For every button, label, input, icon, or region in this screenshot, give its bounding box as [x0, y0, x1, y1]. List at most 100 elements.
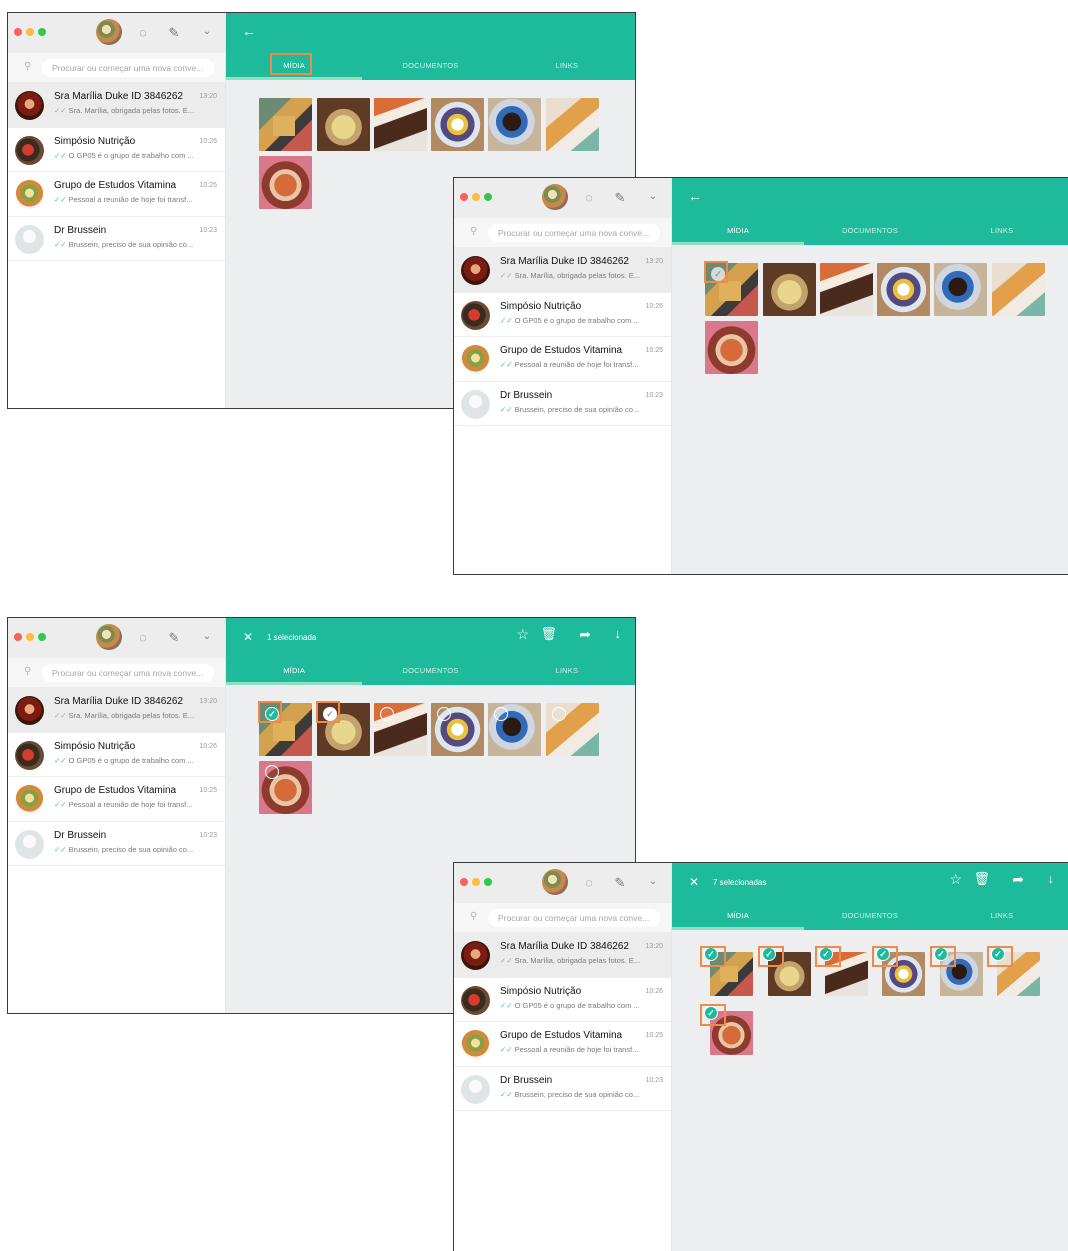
chat-time: 10:26: [199, 742, 217, 750]
tab-documentos[interactable]: DOCUMENTOS: [362, 658, 498, 685]
forward-icon[interactable]: ➦: [1012, 872, 1024, 886]
chat-item[interactable]: Dr Brussein 10:23 ✓✓ Brussein, preciso de…: [454, 1067, 671, 1111]
maximize-window-button[interactable]: [484, 193, 492, 201]
profile-avatar[interactable]: [542, 184, 568, 210]
chevron-down-icon[interactable]: ⌄: [198, 628, 216, 646]
tab-links[interactable]: LINKS: [499, 53, 635, 80]
media-thumbnail[interactable]: [431, 98, 484, 151]
search-input[interactable]: [488, 224, 660, 242]
media-thumbnail[interactable]: [546, 98, 599, 151]
media-thumbnail[interactable]: [820, 263, 873, 316]
chat-item[interactable]: Grupo de Estudos Vitamina 10:25 ✓✓ Pessoa…: [8, 777, 225, 822]
chat-preview-text: Brussein, preciso de sua opinião co...: [68, 239, 194, 249]
tab-documentos[interactable]: DOCUMENTOS: [804, 903, 936, 930]
media-thumbnail[interactable]: [488, 98, 541, 151]
chat-item[interactable]: Sra Marília Duke ID 3846262 13:20 ✓✓ Sra.…: [8, 688, 225, 733]
media-thumbnail[interactable]: [763, 263, 816, 316]
search-input[interactable]: [42, 59, 214, 77]
forward-icon[interactable]: ➦: [579, 627, 591, 641]
chat-item[interactable]: Sra Marília Duke ID 3846262 13:20 ✓✓ Sra.…: [454, 248, 671, 293]
maximize-window-button[interactable]: [38, 633, 46, 641]
media-thumbnail[interactable]: [259, 156, 312, 209]
media-thumbnail[interactable]: [488, 703, 541, 756]
maximize-window-button[interactable]: [484, 878, 492, 886]
status-icon[interactable]: ◌: [580, 188, 598, 206]
chat-item[interactable]: Dr Brussein 10:23 ✓✓ Brussein, preciso de…: [454, 382, 671, 426]
media-thumbnail[interactable]: [317, 98, 370, 151]
media-thumbnail[interactable]: [259, 761, 312, 814]
chevron-down-icon[interactable]: ⌄: [644, 188, 662, 206]
checkbox-icon[interactable]: [552, 707, 566, 721]
chat-item[interactable]: Simpósio Nutrição 10:26 ✓✓ O GP05 é o gru…: [454, 293, 671, 337]
media-thumbnail[interactable]: [374, 703, 427, 756]
chat-item[interactable]: Sra Marília Duke ID 3846262 13:20 ✓✓ Sra.…: [454, 933, 671, 978]
media-thumbnail[interactable]: [705, 321, 758, 374]
download-icon[interactable]: ↓: [1048, 872, 1055, 885]
status-icon[interactable]: ◌: [134, 628, 152, 646]
chevron-down-icon[interactable]: ⌄: [198, 23, 216, 41]
sidebar-toolbar: ◌ ✎ ⌄: [454, 178, 671, 218]
chat-item[interactable]: Grupo de Estudos Vitamina 10:25 ✓✓ Pessoa…: [454, 1022, 671, 1067]
chat-item[interactable]: Simpósio Nutrição 10:26 ✓✓ O GP05 é o gru…: [454, 978, 671, 1022]
checkbox-icon[interactable]: [437, 707, 451, 721]
new-chat-icon[interactable]: ✎: [611, 873, 629, 891]
profile-avatar[interactable]: [542, 869, 568, 895]
media-thumbnail[interactable]: [546, 703, 599, 756]
tab-midia[interactable]: MÍDIA: [672, 218, 804, 245]
sidebar: ◌ ✎ ⌄ ⚲ Sra Marília Duke ID 3846262 13:2…: [454, 178, 672, 574]
chat-item[interactable]: Dr Brussein 10:23 ✓✓ Brussein, preciso de…: [8, 822, 225, 866]
tab-documentos[interactable]: DOCUMENTOS: [362, 53, 498, 80]
close-window-button[interactable]: [14, 28, 22, 36]
close-window-button[interactable]: [14, 633, 22, 641]
chat-item[interactable]: Simpósio Nutrição 10:26 ✓✓ O GP05 é o gru…: [8, 733, 225, 777]
media-thumbnail[interactable]: [431, 703, 484, 756]
new-chat-icon[interactable]: ✎: [611, 188, 629, 206]
profile-avatar[interactable]: [96, 19, 122, 45]
media-thumbnail[interactable]: [374, 98, 427, 151]
media-thumbnail[interactable]: [992, 263, 1045, 316]
back-arrow-icon[interactable]: ←: [688, 188, 702, 204]
highlight-box: [758, 946, 784, 967]
status-icon[interactable]: ◌: [134, 23, 152, 41]
star-icon[interactable]: ☆: [949, 872, 962, 886]
chat-item[interactable]: Dr Brussein 10:23 ✓✓ Brussein, preciso de…: [8, 217, 225, 261]
chat-preview: ✓✓ Sra. Marília, obrigada pelas fotos. E.…: [54, 711, 194, 720]
tab-links[interactable]: LINKS: [936, 218, 1068, 245]
search-input[interactable]: [488, 909, 660, 927]
close-window-button[interactable]: [460, 878, 468, 886]
trash-icon[interactable]: 🗑: [540, 627, 557, 640]
chat-item[interactable]: Grupo de Estudos Vitamina 10:25 ✓✓ Pessoa…: [8, 172, 225, 217]
checkbox-icon[interactable]: [494, 707, 508, 721]
download-icon[interactable]: ↓: [615, 627, 622, 640]
star-icon[interactable]: ☆: [516, 627, 529, 641]
media-thumbnail[interactable]: [934, 263, 987, 316]
chat-item[interactable]: Grupo de Estudos Vitamina 10:25 ✓✓ Pessoa…: [454, 337, 671, 382]
minimize-window-button[interactable]: [472, 878, 480, 886]
close-selection-icon[interactable]: ✕: [243, 630, 253, 644]
media-thumbnail[interactable]: [259, 98, 312, 151]
media-thumbnail[interactable]: [877, 263, 930, 316]
close-selection-icon[interactable]: ✕: [689, 875, 699, 889]
tab-midia[interactable]: MÍDIA: [672, 903, 804, 930]
chat-item[interactable]: Simpósio Nutrição 10:26 ✓✓ O GP05 é o gru…: [8, 128, 225, 172]
tab-midia[interactable]: MÍDIA: [226, 658, 363, 685]
status-icon[interactable]: ◌: [580, 873, 598, 891]
checkbox-icon[interactable]: [380, 707, 394, 721]
profile-avatar[interactable]: [96, 624, 122, 650]
trash-icon[interactable]: 🗑: [973, 872, 990, 885]
chat-item[interactable]: Sra Marília Duke ID 3846262 13:20 ✓✓ Sra.…: [8, 83, 225, 128]
tab-links[interactable]: LINKS: [499, 658, 635, 685]
search-input[interactable]: [42, 664, 214, 682]
minimize-window-button[interactable]: [472, 193, 480, 201]
maximize-window-button[interactable]: [38, 28, 46, 36]
chevron-down-icon[interactable]: ⌄: [644, 873, 662, 891]
new-chat-icon[interactable]: ✎: [165, 628, 183, 646]
back-arrow-icon[interactable]: ←: [242, 23, 256, 39]
checkbox-icon[interactable]: [265, 765, 279, 779]
minimize-window-button[interactable]: [26, 633, 34, 641]
tab-documentos[interactable]: DOCUMENTOS: [804, 218, 936, 245]
new-chat-icon[interactable]: ✎: [165, 23, 183, 41]
tab-links[interactable]: LINKS: [936, 903, 1068, 930]
close-window-button[interactable]: [460, 193, 468, 201]
minimize-window-button[interactable]: [26, 28, 34, 36]
